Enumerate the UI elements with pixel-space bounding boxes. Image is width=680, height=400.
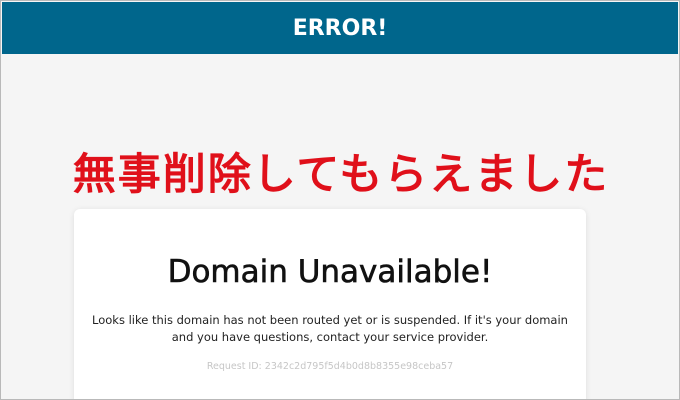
- request-id: Request ID: 2342c2d795f5d4b0d8b8355e98ce…: [206, 361, 454, 372]
- overlay-caption: 無事削除してもらえました: [72, 150, 610, 200]
- card-title: Domain Unavailable!: [167, 254, 493, 291]
- error-header-bar: ERROR!: [2, 2, 678, 54]
- card-message: Looks like this domain has not been rout…: [92, 313, 568, 344]
- screenshot-frame: ERROR! 無事削除してもらえました Domain Unavailable! …: [0, 0, 680, 400]
- domain-unavailable-card: Domain Unavailable! Looks like this doma…: [74, 209, 586, 399]
- header-title: ERROR!: [292, 15, 388, 41]
